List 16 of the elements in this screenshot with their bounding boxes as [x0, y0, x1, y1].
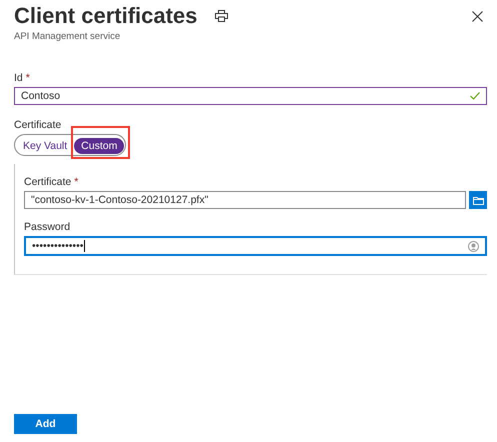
toggle-option[interactable]: Custom	[74, 138, 124, 154]
file-field[interactable]: "contoso-kv-1-Contoso-20210127.pfx"	[24, 191, 466, 209]
print-icon[interactable]	[215, 10, 228, 22]
page-subtitle: API Management service	[14, 31, 122, 42]
close-icon[interactable]	[472, 10, 483, 22]
field-label: Id *	[14, 72, 31, 84]
id-field[interactable]: Contoso	[14, 87, 487, 105]
add-button[interactable]: Add	[14, 414, 77, 434]
folder-icon[interactable]	[469, 191, 487, 209]
field-label: Certificate	[14, 119, 62, 131]
password-field[interactable]: ••••••••••••••	[24, 236, 487, 256]
toggle-option[interactable]: Key Vault	[16, 138, 74, 154]
reveal-icon[interactable]	[468, 240, 479, 252]
page-title: Client certificates	[14, 3, 198, 29]
field-label: Password	[24, 221, 72, 233]
field-label: Certificate *	[24, 176, 80, 188]
